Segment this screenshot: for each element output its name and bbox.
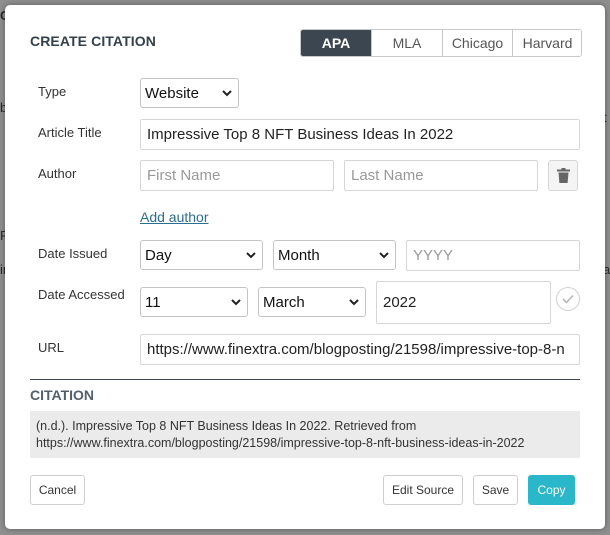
chevron-down-icon	[349, 299, 359, 306]
style-tab-harvard[interactable]: Harvard	[512, 30, 581, 56]
style-tab-mla[interactable]: MLA	[371, 30, 442, 56]
date-accessed-day-value: 11	[145, 293, 161, 311]
chevron-down-icon	[246, 252, 256, 259]
url-input[interactable]: https://www.finextra.com/blogposting/215…	[140, 334, 580, 365]
date-issued-month-select[interactable]: Month	[273, 240, 396, 270]
section-divider	[30, 379, 580, 380]
date-accessed-month-select[interactable]: March	[258, 287, 366, 317]
delete-author-button[interactable]	[548, 160, 578, 191]
type-select[interactable]: Website	[140, 78, 239, 108]
citation-style-selector: APA MLA Chicago Harvard	[300, 29, 582, 57]
date-issued-label: Date Issued	[38, 246, 108, 261]
date-accessed-label: Date Accessed	[38, 287, 125, 302]
edit-source-button[interactable]: Edit Source	[383, 475, 463, 505]
last-name-input[interactable]: Last Name	[344, 160, 538, 191]
author-label: Author	[38, 166, 77, 181]
citation-heading: CITATION	[30, 387, 95, 403]
date-issued-day-value: Day	[145, 246, 172, 264]
citation-text-line: (n.d.). Impressive Top 8 NFT Business Id…	[36, 419, 417, 433]
date-issued-day-select[interactable]: Day	[140, 240, 263, 270]
chevron-down-icon	[231, 299, 241, 306]
citation-text-line: https://www.finextra.com/blogposting/215…	[36, 436, 525, 450]
add-author-link[interactable]: Add author	[140, 209, 209, 225]
type-select-value: Website	[145, 84, 199, 102]
chevron-down-icon	[379, 252, 389, 259]
first-name-input[interactable]: First Name	[140, 160, 334, 191]
trash-icon	[556, 168, 570, 183]
date-issued-year-input[interactable]: YYYY	[406, 240, 580, 271]
type-label: Type	[38, 84, 67, 99]
article-title-input[interactable]: Impressive Top 8 NFT Business Ideas In 2…	[140, 119, 580, 150]
style-tab-apa[interactable]: APA	[301, 30, 371, 56]
copy-button[interactable]: Copy	[528, 475, 575, 505]
url-label: URL	[38, 340, 65, 355]
date-verified-toggle[interactable]	[556, 287, 580, 311]
date-issued-month-value: Month	[278, 246, 320, 264]
create-citation-dialog: CREATE CITATION APA MLA Chicago Harvard …	[5, 5, 605, 529]
checkmark-icon	[562, 294, 574, 304]
chevron-down-icon	[222, 90, 232, 97]
dialog-title: CREATE CITATION	[30, 33, 156, 49]
article-title-label: Article Title	[38, 125, 102, 140]
style-tab-chicago[interactable]: Chicago	[442, 30, 512, 56]
date-accessed-year-input[interactable]: 2022	[376, 281, 551, 324]
date-accessed-month-value: March	[263, 293, 305, 311]
cancel-button[interactable]: Cancel	[30, 475, 85, 505]
citation-preview: (n.d.). Impressive Top 8 NFT Business Id…	[30, 411, 580, 458]
date-accessed-day-select[interactable]: 11	[140, 287, 248, 317]
save-button[interactable]: Save	[473, 475, 518, 505]
